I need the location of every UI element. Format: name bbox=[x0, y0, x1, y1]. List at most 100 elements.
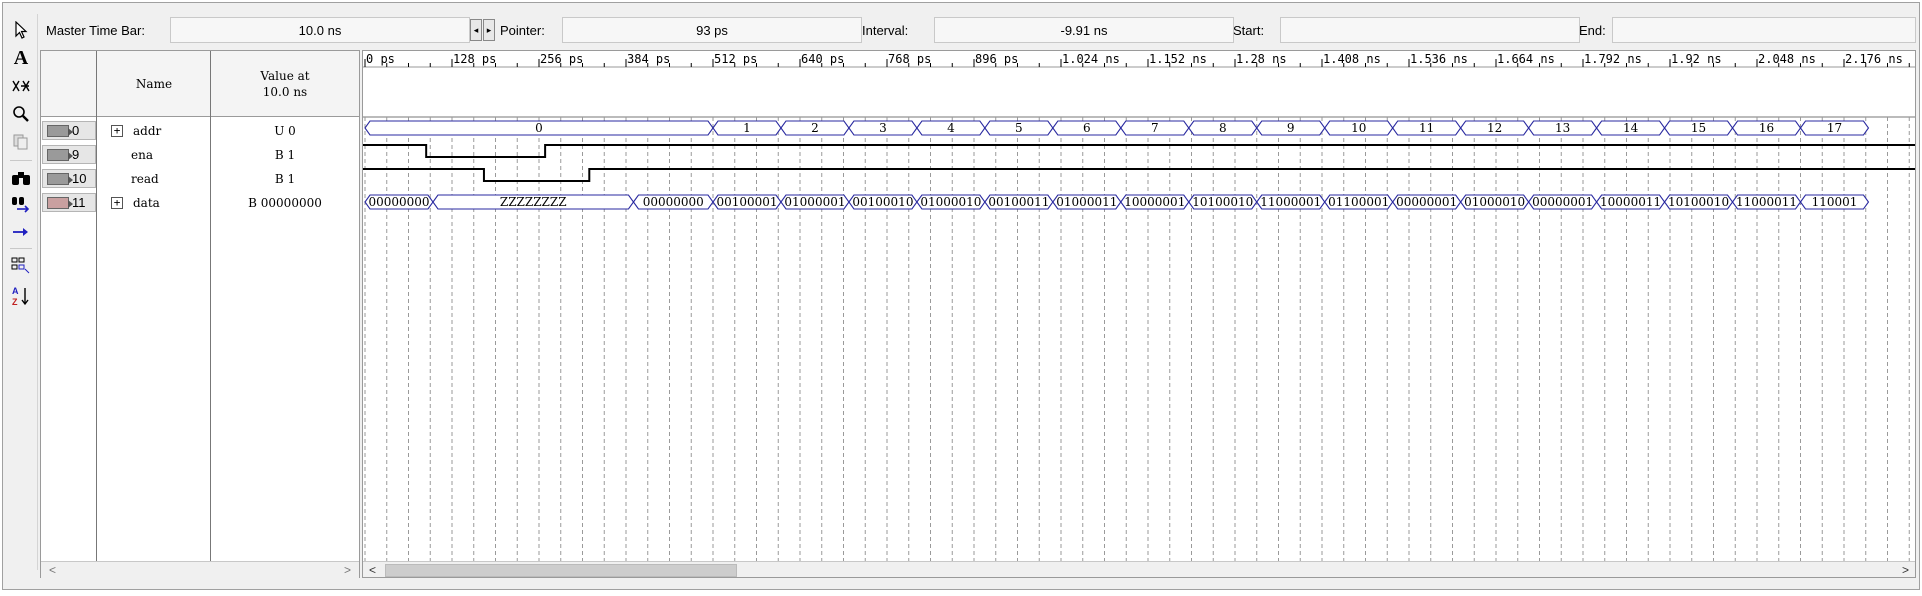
data-value-label: 01100001 bbox=[1328, 195, 1389, 209]
data-value-label: 01000010 bbox=[1464, 195, 1525, 209]
waveform-panel[interactable]: 0 ps 128 ps 256 ps 384 ps 512 ps 640 ps 768 ps… bbox=[362, 50, 1916, 578]
scroll-right-icon[interactable]: > bbox=[344, 563, 351, 577]
time-tick-label: 1.152 ns bbox=[1149, 52, 1207, 66]
time-tick-label: 512 ps bbox=[714, 52, 757, 66]
toolbar-divider bbox=[10, 160, 32, 161]
node-id: 9 bbox=[72, 147, 80, 162]
end-field[interactable] bbox=[1612, 17, 1916, 43]
node-value: U 0 bbox=[274, 123, 296, 138]
data-value-label: 00000001 bbox=[1396, 195, 1457, 209]
addr-value-label: 11 bbox=[1419, 121, 1434, 135]
bus-pin-icon bbox=[47, 124, 73, 137]
time-tick-label: 256 ps bbox=[540, 52, 583, 66]
time-tick-label: 2.176 ns bbox=[1845, 52, 1903, 66]
time-tick-label: 896 ps bbox=[975, 52, 1018, 66]
data-value-label: 00100010 bbox=[852, 195, 913, 209]
waveform-editing-icon[interactable] bbox=[8, 74, 34, 98]
node-row-data[interactable]: 11 + data B 00000000 bbox=[41, 191, 359, 214]
waveform-canvas[interactable]: 0 ps 128 ps 256 ps 384 ps 512 ps 640 ps 768 ps… bbox=[363, 51, 1916, 561]
addr-value-label: 15 bbox=[1691, 121, 1706, 135]
scrollbar-thumb[interactable] bbox=[385, 564, 737, 577]
time-tick-label: 1.792 ns bbox=[1584, 52, 1642, 66]
text-tool-icon[interactable]: A bbox=[8, 46, 34, 70]
node-id: 0 bbox=[72, 123, 80, 138]
scroll-left-icon[interactable]: < bbox=[49, 563, 56, 577]
node-id-cell: 0 bbox=[42, 121, 96, 140]
data-value-label: 10000011 bbox=[1600, 195, 1661, 209]
interval-field[interactable]: -9.91 ns bbox=[934, 17, 1234, 43]
time-info-bar: Master Time Bar: 10.0 ns ◂ ▸ Pointer: 93… bbox=[38, 14, 1916, 48]
data-value-label: 00100001 bbox=[716, 195, 777, 209]
node-name-cell: + addr bbox=[111, 119, 161, 142]
time-tick-label: 1.024 ns bbox=[1062, 52, 1120, 66]
ena-signal-trace bbox=[363, 144, 1915, 158]
zoom-icon[interactable] bbox=[8, 102, 34, 126]
tool-palette: A AZ bbox=[4, 14, 38, 570]
data-value-label: 00000001 bbox=[1532, 195, 1593, 209]
data-value-label: 01000011 bbox=[1056, 195, 1117, 209]
time-tick-label: 1.408 ns bbox=[1323, 52, 1381, 66]
data-value-label: 10100010 bbox=[1192, 195, 1253, 209]
data-value-label: 01000010 bbox=[920, 195, 981, 209]
find-icon[interactable] bbox=[8, 166, 34, 190]
node-list-header: Name Value at 10.0 ns bbox=[41, 51, 359, 117]
pointer-icon[interactable] bbox=[8, 18, 34, 42]
data-value-label: 11000001 bbox=[1260, 195, 1321, 209]
input-pin-icon bbox=[47, 172, 73, 185]
time-tick-label: 1.536 ns bbox=[1410, 52, 1468, 66]
node-id-cell: 10 bbox=[42, 169, 96, 188]
time-tick-label: 1.28 ns bbox=[1236, 52, 1287, 66]
read-signal-trace bbox=[363, 168, 1915, 182]
node-row-addr[interactable]: 0 + addr U 0 bbox=[41, 119, 359, 142]
scroll-left-icon[interactable]: < bbox=[369, 563, 376, 577]
addr-value-label: 7 bbox=[1151, 121, 1159, 135]
addr-value-label: 12 bbox=[1487, 121, 1502, 135]
pointer-field[interactable]: 93 ps bbox=[562, 17, 862, 43]
goto-icon[interactable] bbox=[8, 220, 34, 244]
master-time-prev-button[interactable]: ◂ bbox=[470, 19, 482, 41]
group-icon[interactable] bbox=[8, 254, 34, 278]
node-name: ena bbox=[131, 147, 153, 162]
start-field[interactable] bbox=[1280, 17, 1580, 43]
data-value-label: 11000011 bbox=[1736, 195, 1797, 209]
expand-icon[interactable]: + bbox=[111, 124, 123, 137]
data-value-label: 10000001 bbox=[1124, 195, 1185, 209]
waveform-scrollbar[interactable]: < > bbox=[363, 561, 1915, 577]
node-id-cell: 9 bbox=[42, 145, 96, 164]
copy-icon[interactable] bbox=[8, 130, 34, 154]
node-id-cell: 11 bbox=[42, 193, 96, 212]
scroll-right-icon[interactable]: > bbox=[1902, 563, 1909, 577]
node-name-cell: + data bbox=[111, 191, 160, 214]
node-row-read[interactable]: 10 read B 1 bbox=[41, 167, 359, 190]
value-column-header[interactable]: Value at 10.0 ns bbox=[211, 51, 359, 117]
addr-value-label: 14 bbox=[1623, 121, 1639, 135]
svg-text:Z: Z bbox=[12, 297, 18, 307]
master-time-bar-label: Master Time Bar: bbox=[46, 23, 145, 38]
node-name: addr bbox=[133, 123, 162, 138]
data-value-label: ZZZZZZZZ bbox=[500, 195, 567, 209]
data-value-label: 00100011 bbox=[988, 195, 1049, 209]
node-row-ena[interactable]: 9 ena B 1 bbox=[41, 143, 359, 166]
data-value-label: 10100010 bbox=[1668, 195, 1729, 209]
input-pin-icon bbox=[47, 148, 73, 161]
addr-value-label: 9 bbox=[1287, 121, 1295, 135]
sort-icon[interactable]: AZ bbox=[8, 284, 34, 308]
node-value: B 1 bbox=[274, 171, 296, 186]
time-tick-label: 2.048 ns bbox=[1758, 52, 1816, 66]
master-time-bar-field[interactable]: 10.0 ns bbox=[170, 17, 470, 43]
replace-icon[interactable] bbox=[8, 192, 34, 216]
node-list-panel: Name Value at 10.0 ns 0 + addr U 0 9 ena … bbox=[40, 50, 360, 579]
interval-label: Interval: bbox=[862, 23, 909, 38]
node-name-cell: ena bbox=[131, 143, 153, 166]
node-name: data bbox=[133, 195, 160, 210]
name-column-header[interactable]: Name bbox=[97, 51, 211, 117]
node-id: 11 bbox=[72, 195, 86, 210]
master-time-next-button[interactable]: ▸ bbox=[483, 19, 495, 41]
addr-value-label: 5 bbox=[1015, 121, 1023, 135]
addr-value-label: 2 bbox=[811, 121, 819, 135]
node-list-scrollbar[interactable]: < > bbox=[41, 561, 359, 579]
node-name: read bbox=[131, 171, 159, 186]
expand-icon[interactable]: + bbox=[111, 196, 123, 209]
bidir-pin-icon bbox=[47, 196, 73, 209]
node-value: B 00000000 bbox=[248, 195, 322, 210]
